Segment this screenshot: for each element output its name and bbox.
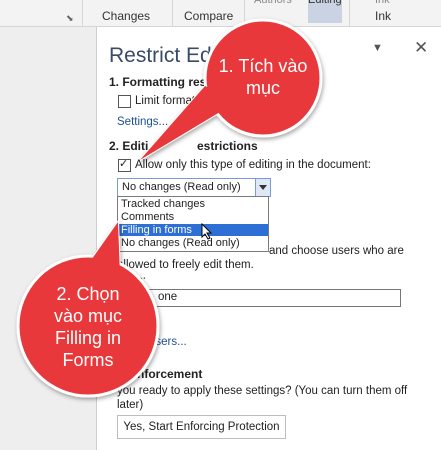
editing-heading-tail: estrictions xyxy=(197,139,258,153)
option-filling-in-forms[interactable]: Filling in forms xyxy=(118,224,268,236)
users-list[interactable]: one xyxy=(117,289,401,307)
start-enforcing-button[interactable]: Yes, Start Enforcing Protection xyxy=(117,415,286,439)
enforcement-question: you ready to apply these settings? (You … xyxy=(117,385,408,397)
ribbon-group-changes[interactable]: Changes xyxy=(82,0,173,26)
document-area xyxy=(0,27,96,450)
callout-2-line4: Forms xyxy=(62,350,114,370)
pane-options-icon[interactable]: ▼ xyxy=(372,42,383,54)
close-icon[interactable]: ✕ xyxy=(414,38,428,58)
ribbon-group-protect: Authors Editing xyxy=(244,0,350,26)
allow-editing-label: Allow only this type of editing in the d… xyxy=(135,159,371,171)
ribbon: ⬊ Changes Compare Authors Editing Ink In… xyxy=(0,0,441,27)
ribbon-ink-label: Ink xyxy=(375,9,392,23)
mouse-cursor-icon xyxy=(201,223,213,240)
formatting-settings-link[interactable]: Settings... xyxy=(117,116,168,128)
callout-1-text: 1. Tích vào mục xyxy=(213,55,313,99)
ribbon-authors-label[interactable]: Authors xyxy=(254,0,292,23)
ribbon-group-ink[interactable]: Ink Ink xyxy=(349,0,441,26)
option-comments[interactable]: Comments xyxy=(118,211,268,223)
callout-2-line3: Filling in xyxy=(54,328,122,348)
allow-editing-checkbox[interactable] xyxy=(118,157,131,172)
chevron-down-icon[interactable] xyxy=(255,179,270,196)
formatting-heading: 1. Formatting res xyxy=(109,75,207,89)
option-no-changes[interactable]: No changes (Read only) xyxy=(118,237,268,249)
ribbon-changes-label: Changes xyxy=(102,9,151,23)
exceptions-line1: and choose users who are xyxy=(269,245,404,257)
ribbon-compare-label: Compare xyxy=(184,9,234,23)
limit-formatting-label: Limit formatti xyxy=(135,95,201,107)
ribbon-group-compare[interactable]: Compare xyxy=(172,0,245,26)
enforcement-heading: nforcement xyxy=(137,367,203,381)
callout-2-text: 2. Chọn vào mục Filling in Forms xyxy=(38,283,138,371)
editing-heading: 2. Editi xyxy=(109,139,149,153)
exceptions-line2: allowed to freely edit them. xyxy=(117,259,254,271)
limit-formatting-checkbox[interactable] xyxy=(118,95,131,108)
editing-type-value: No changes (Read only) xyxy=(122,181,241,193)
callout-1-line2: mục xyxy=(245,78,280,98)
enforcement-question-line2: later) xyxy=(117,399,144,411)
ribbon-editing-label[interactable]: Editing xyxy=(308,0,342,23)
callout-2-line2: vào mục xyxy=(53,306,123,326)
editing-type-select[interactable]: No changes (Read only) xyxy=(117,178,271,197)
more-users-link[interactable]: users... xyxy=(149,336,187,348)
callout-1-line1: 1. Tích vào xyxy=(218,56,308,76)
option-tracked-changes[interactable]: Tracked changes xyxy=(118,198,268,210)
groups-label: s: xyxy=(137,275,146,287)
everyone-label: one xyxy=(158,291,178,303)
editing-type-dropdown: Tracked changes Comments Filling in form… xyxy=(117,196,269,252)
callout-2-line1: 2. Chọn xyxy=(56,284,120,304)
pane-title: Restrict Edi xyxy=(109,44,217,67)
ribbon-group-left xyxy=(0,0,83,26)
